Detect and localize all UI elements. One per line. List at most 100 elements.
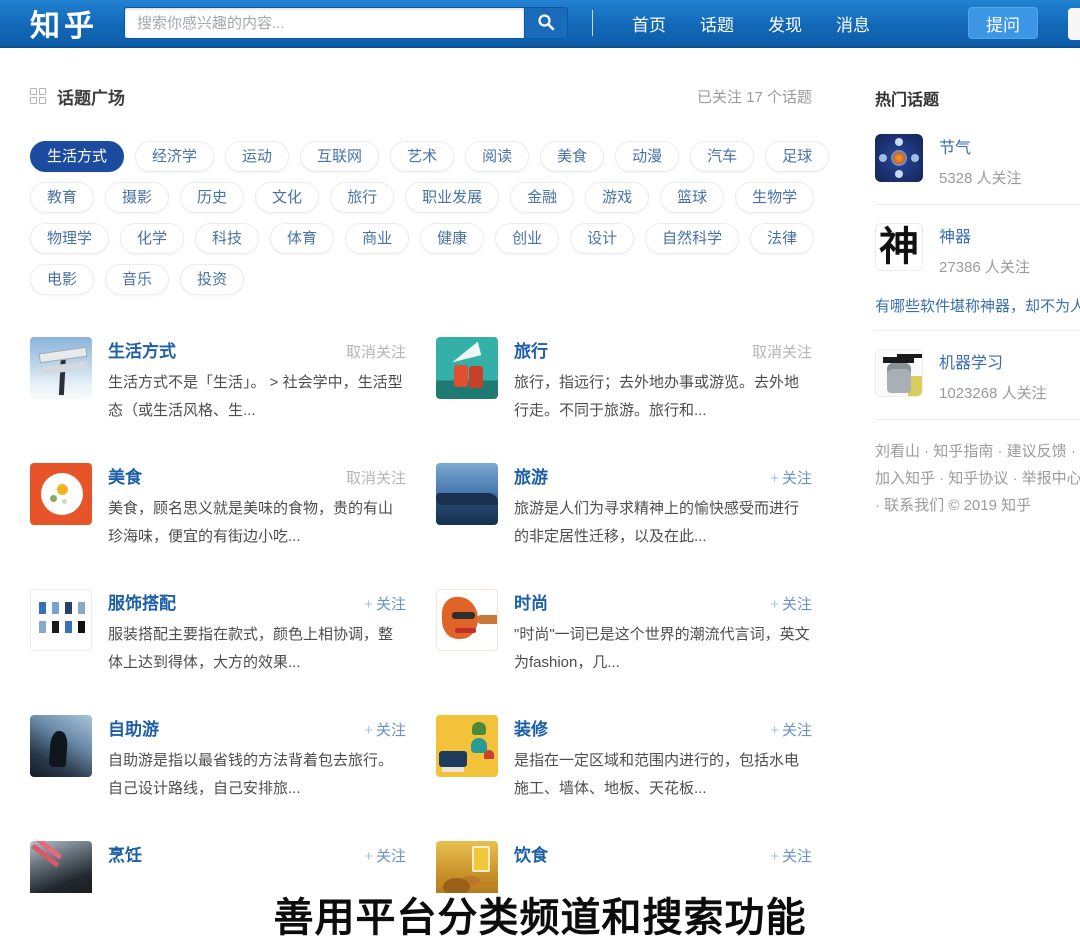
topic-card-body: 美食 取消关注美食，顾名思义就是美味的食物，贵的有山珍海味，便宜的有街边小吃... [108, 463, 406, 553]
hot-topic-question-link[interactable]: 有哪些软件堪称神器，却不为人知 [875, 295, 1080, 316]
topic-description: 服装搭配主要指在款式，颜色上相协调，整体上达到得体，大方的效果... [108, 621, 406, 677]
shen-topic-icon[interactable]: 神 [875, 223, 923, 271]
topic-tag-pill[interactable]: 自然科学 [645, 223, 739, 254]
search-input[interactable] [124, 7, 524, 39]
topic-tag-pill[interactable]: 生物学 [735, 182, 814, 213]
search-button[interactable] [524, 7, 568, 39]
topic-tag-pill[interactable]: 经济学 [135, 141, 214, 172]
unfollow-button[interactable]: 取消关注 [346, 467, 406, 488]
edge-button-fragment[interactable] [1068, 8, 1080, 40]
topic-thumbnail[interactable] [436, 463, 498, 525]
footer-links-line[interactable]: 刘看山 · 知乎指南 · 建议反馈 · [875, 438, 1080, 465]
topic-tag-pill[interactable]: 篮球 [660, 182, 724, 213]
hot-topic-name-link[interactable]: 神器 [939, 229, 971, 246]
topic-tag-pill[interactable]: 文化 [255, 182, 319, 213]
topic-tag-pill[interactable]: 游戏 [585, 182, 649, 213]
nav-item-3[interactable]: 发现 [751, 11, 819, 36]
hot-topic-followers: 5328 人关注 [939, 167, 1022, 188]
follow-label: 关注 [782, 848, 812, 865]
solar-topic-icon[interactable] [875, 134, 923, 182]
hot-topics-title: 热门话题 [875, 86, 1080, 110]
topic-tag-pill[interactable]: 动漫 [615, 141, 679, 172]
topic-thumbnail[interactable] [30, 337, 92, 399]
topic-tag-pill[interactable]: 创业 [495, 223, 559, 254]
footer-links-line[interactable]: · 联系我们 © 2019 知乎 [875, 492, 1080, 519]
follow-button[interactable]: +关注 [770, 845, 812, 866]
ask-question-button[interactable]: 提问 [968, 7, 1038, 39]
topic-title-link[interactable]: 时尚 [514, 589, 548, 614]
zhihu-logo[interactable]: 知乎 [30, 1, 98, 45]
topic-title-link[interactable]: 旅行 [514, 337, 548, 362]
topic-tag-pill[interactable]: 体育 [270, 223, 334, 254]
topic-tag-pill[interactable]: 音乐 [105, 264, 169, 295]
topic-tag-pill[interactable]: 艺术 [390, 141, 454, 172]
topic-title-link[interactable]: 装修 [514, 715, 548, 740]
plus-icon: + [364, 722, 373, 739]
topic-thumbnail[interactable] [436, 589, 498, 651]
nav-item-1[interactable]: 首页 [615, 11, 683, 36]
topic-tag-pill[interactable]: 阅读 [465, 141, 529, 172]
unfollow-button[interactable]: 取消关注 [346, 341, 406, 362]
follow-button[interactable]: +关注 [364, 719, 406, 740]
hot-topics-sidebar: 热门话题 节气5328 人关注神神器27386 人关注有哪些软件堪称神器，却不为… [875, 86, 1080, 519]
hot-topic-name-link[interactable]: 机器学习 [939, 355, 1003, 372]
topic-title-link[interactable]: 生活方式 [108, 337, 176, 362]
topic-description: 旅游是人们为寻求精神上的愉快感受而进行的非定居性迁移，以及在此... [514, 495, 812, 551]
topic-card: 装修+关注是指在一定区域和范围内进行的，包括水电施工、墙体、地板、天花板... [436, 715, 812, 805]
follow-button[interactable]: +关注 [364, 845, 406, 866]
topic-title-link[interactable]: 自助游 [108, 715, 159, 740]
topic-tag-pill[interactable]: 历史 [180, 182, 244, 213]
topic-tag-pill[interactable]: 金融 [510, 182, 574, 213]
hot-topic-name-link[interactable]: 节气 [939, 140, 971, 157]
topic-tag-pill[interactable]: 生活方式 [30, 141, 124, 172]
follow-label: 关注 [782, 722, 812, 739]
topic-tag-pill[interactable]: 健康 [420, 223, 484, 254]
topic-square-header: 话题广场 已关注 17 个话题 [30, 84, 812, 109]
topic-tag-pill[interactable]: 足球 [765, 141, 829, 172]
nav-item-4[interactable]: 消息 [819, 11, 887, 36]
grid-icon [30, 88, 47, 105]
topic-card-grid: 生活方式取消关注生活方式不是「生活」。 > 社会学中，生活型态（或生活风格、生.… [30, 337, 812, 931]
follow-button[interactable]: +关注 [770, 719, 812, 740]
topic-tag-pill[interactable]: 美食 [540, 141, 604, 172]
topic-tag-pill[interactable]: 科技 [195, 223, 259, 254]
unfollow-button[interactable]: 取消关注 [752, 341, 812, 362]
topic-tag-pill[interactable]: 互联网 [300, 141, 379, 172]
topic-tag-pill[interactable]: 法律 [750, 223, 814, 254]
footer-links-line[interactable]: 加入知乎 · 知乎协议 · 举报中心 [875, 465, 1080, 492]
hot-topic-item: 节气 5328 人关注 [875, 132, 1080, 204]
topic-tag-pill[interactable]: 商业 [345, 223, 409, 254]
tag-row-2: 教育摄影历史文化旅行职业发展金融游戏篮球生物学 [30, 182, 830, 213]
nav-item-2[interactable]: 话题 [683, 11, 751, 36]
topic-tag-pill[interactable]: 电影 [30, 264, 94, 295]
caption-band: 善用平台分类频道和搜索功能 [0, 893, 1080, 946]
topic-tag-pill[interactable]: 化学 [120, 223, 184, 254]
topic-title-link[interactable]: 服饰搭配 [108, 589, 176, 614]
topic-title-link[interactable]: 饮食 [514, 841, 548, 866]
follow-button[interactable]: +关注 [770, 467, 812, 488]
topic-card: 服饰搭配 +关注服装搭配主要指在款式，颜色上相协调，整体上达到得体，大方的效果..… [30, 589, 406, 679]
topic-tag-pill[interactable]: 设计 [570, 223, 634, 254]
topic-tag-pill[interactable]: 运动 [225, 141, 289, 172]
ml-topic-icon[interactable] [875, 349, 923, 397]
topic-title-link[interactable]: 美食 [108, 463, 142, 488]
topic-tag-pill[interactable]: 旅行 [330, 182, 394, 213]
topic-tag-pill[interactable]: 教育 [30, 182, 94, 213]
topic-thumbnail[interactable] [30, 589, 92, 651]
follow-button[interactable]: +关注 [364, 593, 406, 614]
topic-tag-pill[interactable]: 物理学 [30, 223, 109, 254]
topic-description: 美食，顾名思义就是美味的食物，贵的有山珍海味，便宜的有街边小吃... [108, 495, 406, 551]
topic-tag-pill[interactable]: 投资 [180, 264, 244, 295]
topic-thumbnail[interactable] [30, 715, 92, 777]
topic-thumbnail[interactable] [436, 715, 498, 777]
topic-tag-pill[interactable]: 汽车 [690, 141, 754, 172]
topic-tag-pill[interactable]: 摄影 [105, 182, 169, 213]
topic-card-body: 自助游+关注自助游是指以最省钱的方法背着包去旅行。自己设计路线，自己安排旅... [108, 715, 406, 805]
topic-title-link[interactable]: 烹饪 [108, 841, 142, 866]
topic-tag-pill[interactable]: 职业发展 [405, 182, 499, 213]
site-footer-links: 刘看山 · 知乎指南 · 建议反馈 ·加入知乎 · 知乎协议 · 举报中心· 联… [875, 438, 1080, 519]
topic-title-link[interactable]: 旅游 [514, 463, 548, 488]
follow-button[interactable]: +关注 [770, 593, 812, 614]
topic-thumbnail[interactable] [436, 337, 498, 399]
topic-thumbnail[interactable] [30, 463, 92, 525]
